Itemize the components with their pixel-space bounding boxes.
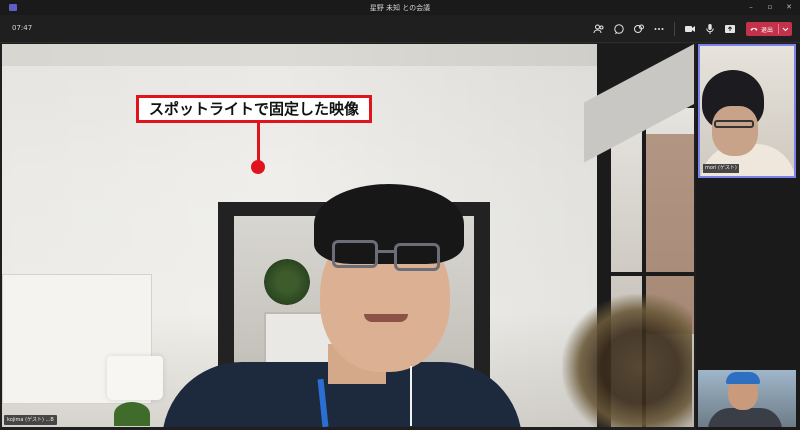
video-background-small-plant — [114, 402, 150, 426]
annotation-pointer-line — [257, 123, 260, 163]
leave-button[interactable]: 退出 — [746, 22, 792, 36]
glasses-left-lens — [332, 240, 378, 268]
leave-divider — [778, 24, 780, 34]
chevron-down-icon[interactable] — [782, 26, 789, 32]
camera-icon[interactable] — [683, 22, 697, 36]
participant-tile[interactable]: mori (ゲスト) — [698, 44, 796, 178]
participant-gallery: mori (ゲスト) — [696, 44, 800, 430]
close-icon[interactable]: ✕ — [783, 2, 795, 13]
reactions-icon[interactable] — [632, 22, 646, 36]
share-screen-icon[interactable] — [723, 22, 737, 36]
toolbar-divider — [674, 22, 675, 36]
minimize-icon[interactable]: – — [745, 2, 757, 13]
title-bar: 星野 未知 との会議 – ▫ ✕ — [0, 0, 800, 15]
microphone-icon[interactable] — [703, 22, 717, 36]
video-background-large-plant — [562, 294, 692, 427]
chat-icon[interactable] — [612, 22, 626, 36]
earbud-cable — [410, 366, 412, 426]
participant-body — [708, 408, 782, 427]
participant-face — [712, 106, 758, 156]
glasses-right-lens — [394, 243, 440, 271]
spotlight-annotation: スポットライトで固定した映像 — [136, 95, 372, 123]
spotlight-participant-name: kojima (ゲスト) ...B — [4, 415, 57, 425]
window-title: 星野 未知 との会議 — [369, 4, 431, 12]
participant-glasses — [714, 120, 754, 128]
participant-cap — [726, 372, 760, 384]
video-background-plant — [264, 259, 310, 305]
video-background-lamp — [107, 356, 163, 400]
video-background-sash — [611, 272, 694, 276]
participant-mouth — [364, 314, 408, 322]
annotation-pointer-dot — [251, 160, 265, 174]
participants-icon[interactable] — [592, 22, 606, 36]
meeting-timer: 07:47 — [12, 24, 33, 32]
phone-hangup-icon — [750, 27, 758, 31]
participant-tile[interactable] — [698, 370, 796, 427]
teams-meeting-window: 星野 未知 との会議 – ▫ ✕ 07:47 退出 スポットライトで固定した映像… — [0, 0, 800, 430]
restore-icon[interactable]: ▫ — [764, 2, 776, 13]
more-actions-icon[interactable] — [652, 22, 666, 36]
meeting-toolbar: 07:47 退出 — [0, 15, 800, 43]
leave-label: 退出 — [761, 26, 774, 34]
glasses-bridge — [378, 250, 394, 253]
participant-name: mori (ゲスト) — [703, 164, 739, 173]
